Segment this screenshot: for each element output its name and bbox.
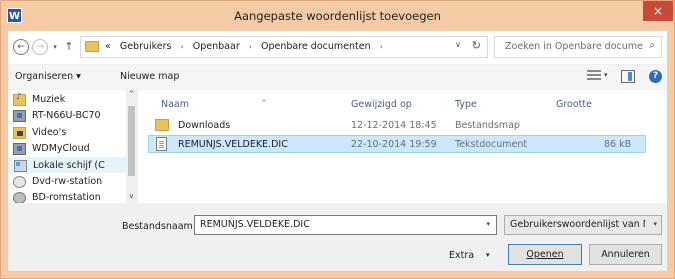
dvd-drive-icon (13, 176, 26, 188)
filename-dropdown[interactable]: ▾ (486, 220, 490, 228)
nav-item-router[interactable]: RT-N66U-BC70 (8, 108, 126, 124)
help-icon[interactable]: ? (649, 70, 662, 83)
scroll-down-button[interactable]: v (126, 192, 137, 203)
file-size: 86 kB (604, 139, 632, 150)
dialog-window: W Aangepaste woordenlijst toevoegen × ← … (0, 0, 675, 279)
nav-item-bd[interactable]: BD-romstation (8, 190, 126, 203)
table-row[interactable]: Downloads 12-12-2014 18:45 Bestandsmap (148, 117, 646, 135)
nav-item-label: Dvd-rw-station (32, 176, 103, 187)
search-box[interactable]: Zoeken in Openbare docume... ⌕ (494, 36, 662, 58)
nav-item-dvd[interactable]: Dvd-rw-station (8, 174, 126, 190)
search-icon[interactable]: ⌕ (649, 40, 655, 51)
address-bar[interactable]: « Gebruikers › Openbaar › Openbare docum… (80, 36, 488, 58)
back-button[interactable]: ← (13, 39, 29, 55)
extra-dropdown-icon[interactable]: ▾ (486, 251, 490, 259)
scroll-up-button[interactable]: ^ (126, 90, 137, 101)
nav-item-label: Video's (32, 127, 67, 138)
filetype-select[interactable]: Gebruikerswoordenlijst van Mic ▾ (504, 215, 662, 235)
breadcrumb-separator[interactable]: › (380, 42, 383, 51)
search-input[interactable]: Zoeken in Openbare docume... (505, 41, 643, 52)
table-row-selected[interactable]: REMUNJS.VELDEKE.DIC 22-10-2014 19:59 Tek… (148, 135, 646, 153)
nav-item-muziek[interactable]: Muziek (8, 92, 126, 108)
dialog-client: ← → ▾ ↑ « Gebruikers › Openbaar › Openba… (8, 31, 667, 271)
nav-item-label: Lokale schijf (C (33, 160, 105, 171)
title-bar[interactable]: W Aangepaste woordenlijst toevoegen × (1, 1, 674, 31)
file-name: REMUNJS.VELDEKE.DIC (178, 139, 288, 150)
file-name: Downloads (178, 120, 231, 131)
close-button[interactable]: × (643, 1, 673, 21)
nav-pane-scrollbar[interactable]: ^ v (126, 90, 137, 203)
open-button[interactable]: Openen (508, 244, 582, 265)
dialog-title: Aangepaste woordenlijst toevoegen (234, 9, 441, 23)
nav-item-label: BD-romstation (32, 192, 101, 203)
preview-pane-icon[interactable] (621, 70, 635, 83)
network-device-icon (13, 143, 26, 155)
column-header-name[interactable]: Naam ^ (161, 99, 267, 110)
filename-value[interactable]: REMUNJS.VELDEKE.DIC (200, 219, 310, 230)
breadcrumb-separator[interactable]: › (249, 42, 252, 51)
breadcrumb-item-gebruikers[interactable]: Gebruikers (120, 41, 172, 52)
navigation-pane[interactable]: Muziek RT-N66U-BC70 Video's WDMyCloud Lo… (8, 90, 137, 203)
filename-field[interactable]: REMUNJS.VELDEKE.DIC ▾ (194, 215, 497, 235)
nav-item-videos[interactable]: Video's (8, 125, 126, 141)
filetype-value: Gebruikerswoordenlijst van Mic (510, 219, 645, 230)
breadcrumb: « Gebruikers › Openbaar › Openbare docum… (105, 41, 389, 52)
local-disk-icon (14, 160, 27, 172)
music-folder-icon (13, 92, 26, 106)
filename-label: Bestandsnaam: (122, 221, 196, 232)
new-folder-button[interactable]: Nieuwe map (120, 71, 179, 82)
column-header-size[interactable]: Grootte (556, 99, 592, 110)
breadcrumb-overflow[interactable]: « (105, 41, 111, 52)
up-button[interactable]: ↑ (63, 39, 75, 55)
view-options-icon[interactable] (587, 70, 601, 82)
file-modified: 22-10-2014 19:59 (351, 139, 437, 150)
column-header-label: Naam (161, 99, 190, 110)
column-header-type[interactable]: Type (455, 99, 477, 110)
breadcrumb-item-openbaar[interactable]: Openbaar (193, 41, 240, 52)
bd-drive-icon (13, 192, 26, 203)
breadcrumb-item-openbare-documenten[interactable]: Openbare documenten (261, 41, 371, 52)
open-button-label: Openen (526, 249, 564, 260)
folder-icon (155, 119, 169, 131)
extra-menu-button[interactable]: Extra (449, 250, 474, 261)
network-device-icon (13, 110, 26, 122)
filetype-dropdown[interactable]: ▾ (653, 220, 657, 228)
breadcrumb-separator[interactable]: › (181, 42, 184, 51)
address-history-dropdown[interactable]: ∨ (455, 40, 461, 49)
file-modified: 12-12-2014 18:45 (351, 120, 437, 131)
video-folder-icon (13, 127, 26, 139)
recent-locations-button[interactable]: ▾ (50, 39, 60, 55)
command-toolbar: Organiseren ▾ Nieuwe map ▾ ? (8, 65, 667, 89)
nav-item-local-disk[interactable]: Lokale schijf (C (8, 157, 126, 173)
view-options-dropdown[interactable]: ▾ (604, 71, 608, 79)
sort-indicator-icon: ^ (261, 99, 267, 107)
scroll-thumb[interactable] (128, 106, 135, 176)
text-document-icon (156, 137, 167, 151)
column-header-modified[interactable]: Gewijzigd op (351, 99, 412, 110)
organise-menu-button[interactable]: Organiseren ▾ (15, 71, 81, 82)
dialog-footer: Bestandsnaam: REMUNJS.VELDEKE.DIC ▾ Gebr… (8, 204, 667, 271)
cancel-button[interactable]: Annuleren (589, 244, 662, 265)
nav-item-wdmycloud[interactable]: WDMyCloud (8, 141, 126, 157)
refresh-button[interactable]: ↻ (472, 39, 481, 52)
file-list[interactable]: Naam ^ Gewijzigd op Type Grootte Downloa… (138, 90, 667, 203)
folder-icon (85, 41, 99, 52)
file-type: Bestandsmap (455, 120, 520, 131)
nav-item-label: RT-N66U-BC70 (32, 110, 101, 121)
navigation-bar: ← → ▾ ↑ « Gebruikers › Openbaar › Openba… (8, 31, 667, 64)
file-type: Tekstdocument (455, 139, 528, 150)
nav-item-label: Muziek (32, 94, 66, 105)
forward-button[interactable]: → (32, 39, 48, 55)
nav-item-label: WDMyCloud (32, 143, 90, 154)
